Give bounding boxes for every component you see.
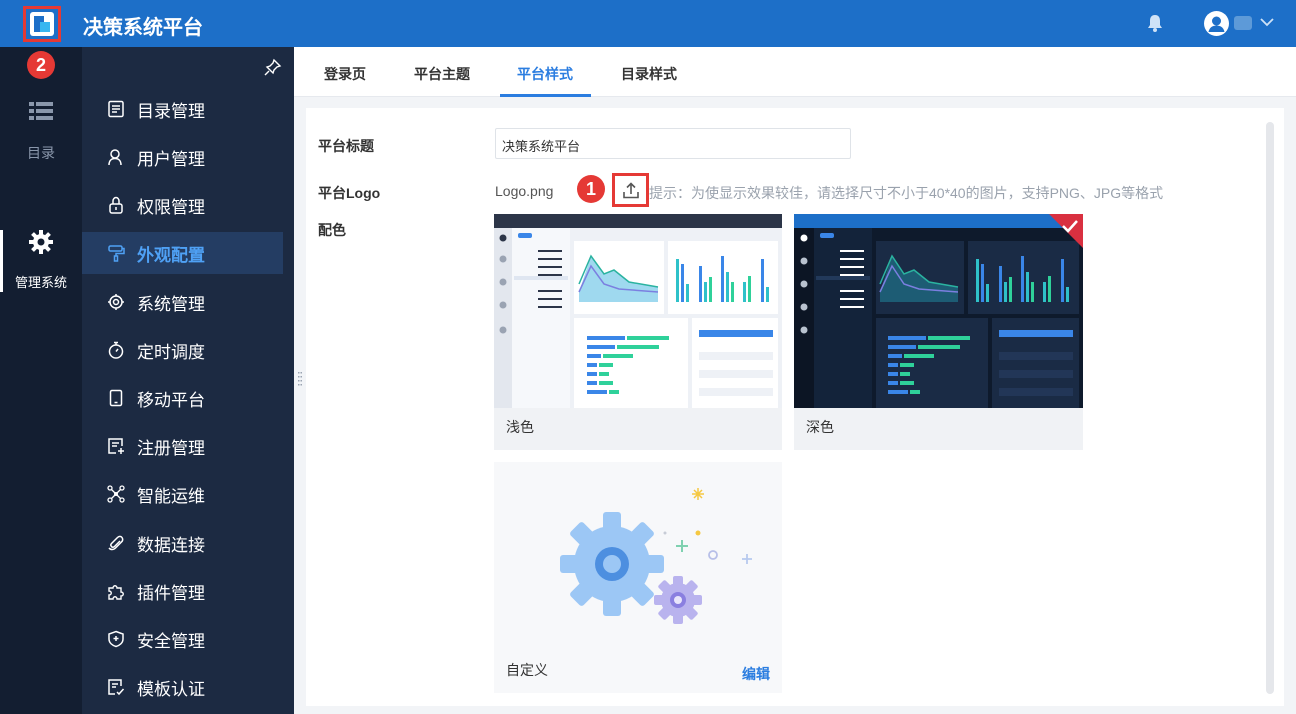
sidebar-item-label: 注册管理 [137, 438, 205, 458]
platform-logo-icon [30, 12, 54, 36]
theme-card-light[interactable]: 浅色 [494, 214, 782, 450]
sidebar-item-9[interactable]: 智能运维 [82, 473, 283, 515]
tab-catalog-style[interactable]: 目录样式 [621, 64, 677, 84]
lock-icon [106, 195, 126, 215]
username-blurred [1234, 16, 1252, 30]
sidebar-item-label: 目录管理 [137, 101, 205, 121]
platform-logo-button[interactable] [23, 6, 61, 42]
sidebar-item-8[interactable]: 注册管理 [82, 425, 283, 467]
template-cert-icon [106, 677, 126, 697]
sidebar-item-11[interactable]: 插件管理 [82, 570, 283, 612]
user-icon [106, 147, 126, 167]
app-title: 决策系统平台 [83, 17, 203, 39]
gear-icon[interactable] [28, 229, 54, 255]
sidebar-item-label: 安全管理 [137, 631, 205, 651]
platform-title-input[interactable]: 决策系统平台 [495, 128, 851, 159]
sidebar-item-label: 外观配置 [137, 245, 205, 265]
chevron-down-icon[interactable] [1259, 15, 1275, 29]
sidebar-item-4[interactable]: 外观配置 [82, 232, 283, 274]
dark-theme-preview [794, 214, 1083, 408]
step-badge-2: 2 [27, 51, 55, 79]
sidebar-item-label: 插件管理 [137, 583, 205, 603]
list-doc-icon [106, 99, 126, 119]
theme-card-dark[interactable]: 深色 [794, 214, 1083, 450]
panel-scrollbar[interactable] [1266, 122, 1274, 694]
theme-custom-label: 自定义 [506, 662, 548, 678]
custom-theme-illustration [560, 488, 752, 624]
bell-icon[interactable] [1146, 13, 1164, 33]
shield-icon [106, 629, 126, 649]
sidebar-item-label: 移动平台 [137, 390, 205, 410]
sidebar-item-label: 权限管理 [137, 197, 205, 217]
theme-dark-label: 深色 [806, 419, 834, 435]
tab-login-page[interactable]: 登录页 [324, 64, 366, 84]
register-icon [106, 436, 126, 456]
sidebar-item-label: 数据连接 [137, 535, 205, 555]
network-icon [106, 484, 126, 504]
sidebar-item-7[interactable]: 移动平台 [82, 377, 283, 419]
theme-light-label: 浅色 [506, 419, 534, 435]
edit-custom-theme-link[interactable]: 编辑 [742, 664, 770, 684]
logo-hint-text: 提示：为使显示效果较佳，请选择尺寸不小于40*40的图片，支持PNG、JPG等格… [649, 185, 1164, 201]
tab-platform-theme[interactable]: 平台主题 [414, 64, 470, 84]
sidebar-item-3[interactable]: 权限管理 [82, 184, 283, 226]
sidebar-item-2[interactable]: 用户管理 [82, 136, 283, 178]
pin-icon[interactable] [264, 58, 282, 76]
gear-icon [106, 292, 126, 312]
upload-logo-button[interactable] [612, 173, 649, 207]
user-avatar[interactable] [1204, 11, 1229, 36]
upload-icon [622, 181, 639, 198]
sidebar-item-label: 智能运维 [137, 486, 205, 506]
rail-catalog-label[interactable]: 目录 [0, 143, 82, 163]
stopwatch-icon [106, 340, 126, 360]
rail-admin-label[interactable]: 管理系统 [0, 272, 82, 291]
sidebar-item-10[interactable]: 数据连接 [82, 522, 283, 564]
color-scheme-label: 配色 [318, 222, 346, 238]
sidebar-item-1[interactable]: 目录管理 [82, 88, 283, 130]
active-tab-underline [500, 94, 591, 97]
puzzle-icon [106, 581, 126, 601]
logo-filename: Logo.png [495, 183, 554, 199]
platform-logo-label: 平台Logo [318, 185, 381, 201]
light-theme-preview [494, 214, 782, 408]
sidebar-item-label: 定时调度 [137, 342, 205, 362]
sidebar-item-label: 系统管理 [137, 294, 205, 314]
catalog-list-icon[interactable] [29, 101, 53, 121]
sidebar-item-label: 模板认证 [137, 679, 205, 699]
tab-platform-style[interactable]: 平台样式 [517, 64, 573, 84]
platform-title-label: 平台标题 [318, 138, 374, 154]
resize-handle-icon[interactable] [298, 372, 302, 388]
sidebar-item-5[interactable]: 系统管理 [82, 281, 283, 323]
tablet-icon [106, 388, 126, 408]
sidebar-item-label: 用户管理 [137, 149, 205, 169]
step-badge-1: 1 [577, 175, 605, 203]
sidebar-item-6[interactable]: 定时调度 [82, 329, 283, 371]
paperclip-icon [106, 533, 126, 553]
sidebar-item-13[interactable]: 模板认证 [82, 666, 283, 708]
sidebar-item-12[interactable]: 安全管理 [82, 618, 283, 660]
theme-card-custom[interactable]: 自定义 编辑 [494, 462, 782, 693]
paint-roller-icon [106, 243, 126, 263]
